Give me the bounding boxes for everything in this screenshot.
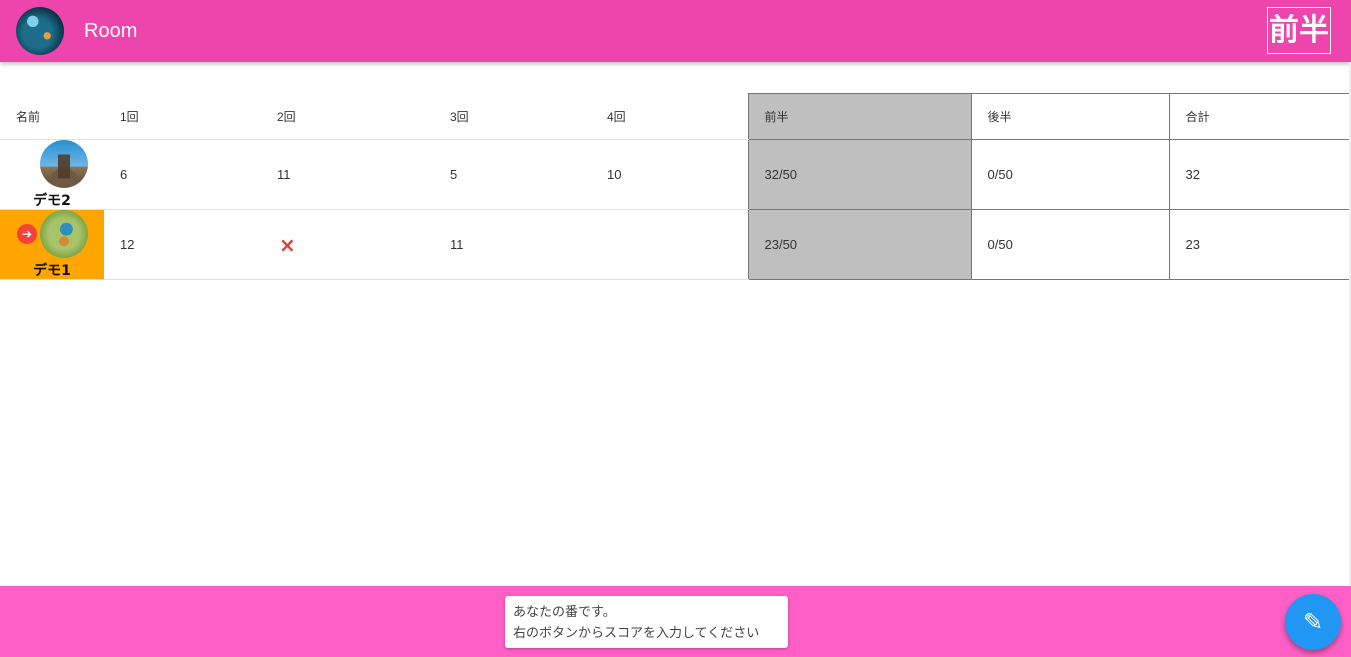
column-header-total: 合計 <box>1168 93 1350 140</box>
player-name: デモ2 <box>33 193 71 209</box>
column-header-round4: 4回 <box>591 93 748 140</box>
table-row: ➔ デモ1 12 × 11 23/50 0/50 23 <box>0 209 1350 280</box>
total-score: 23 <box>1168 209 1350 280</box>
room-title: Room <box>84 20 138 42</box>
first-half-score: 32/50 <box>747 139 972 210</box>
total-score: 32 <box>1168 139 1350 210</box>
kingfisher-photo-avatar <box>40 210 88 258</box>
player-name: デモ1 <box>33 263 71 279</box>
app-bar: Room 前半 <box>0 0 1351 62</box>
miss-x-icon: × <box>279 232 296 257</box>
score-table: 名前 1回 2回 3回 4回 前半 後半 合計 デモ2 6 11 5 10 32… <box>0 93 1350 280</box>
city-photo-avatar <box>40 140 88 188</box>
column-header-round3: 3回 <box>434 93 591 140</box>
column-header-round1: 1回 <box>104 93 261 140</box>
round4-score <box>591 209 748 280</box>
round1-score: 6 <box>104 139 261 210</box>
pencil-icon: ✎ <box>1302 608 1324 636</box>
table-header-row: 名前 1回 2回 3回 4回 前半 後半 合計 <box>0 93 1350 140</box>
round4-score: 10 <box>591 139 748 210</box>
round3-score: 5 <box>434 139 591 210</box>
room-avatar[interactable] <box>16 7 64 55</box>
round3-score: 11 <box>434 209 591 280</box>
column-header-name: 名前 <box>0 93 104 140</box>
turn-message-line2: 右のボタンからスコアを入力してください <box>513 626 760 641</box>
table-row: デモ2 6 11 5 10 32/50 0/50 32 <box>0 139 1350 210</box>
second-half-score: 0/50 <box>970 139 1170 210</box>
player-cell: デモ2 <box>0 139 104 210</box>
turn-message-line1: あなたの番です。 <box>513 605 616 620</box>
column-header-second-half: 後半 <box>970 93 1170 140</box>
second-half-score: 0/50 <box>970 209 1170 280</box>
edit-score-button[interactable]: ✎ <box>1285 594 1341 650</box>
column-header-round2: 2回 <box>261 93 434 140</box>
column-header-first-half: 前半 <box>747 93 972 140</box>
arrow-right-icon: ➔ <box>17 224 37 244</box>
round2-score: × <box>261 209 434 280</box>
first-half-score: 23/50 <box>747 209 972 280</box>
phase-indicator: 前半 <box>1267 7 1331 54</box>
player-cell-active: ➔ デモ1 <box>0 209 104 280</box>
bottom-bar: あなたの番です。 右のボタンからスコアを入力してください ✎ <box>0 586 1351 657</box>
turn-message: あなたの番です。 右のボタンからスコアを入力してください <box>505 596 788 648</box>
round2-score: 11 <box>261 139 434 210</box>
round1-score: 12 <box>104 209 261 280</box>
